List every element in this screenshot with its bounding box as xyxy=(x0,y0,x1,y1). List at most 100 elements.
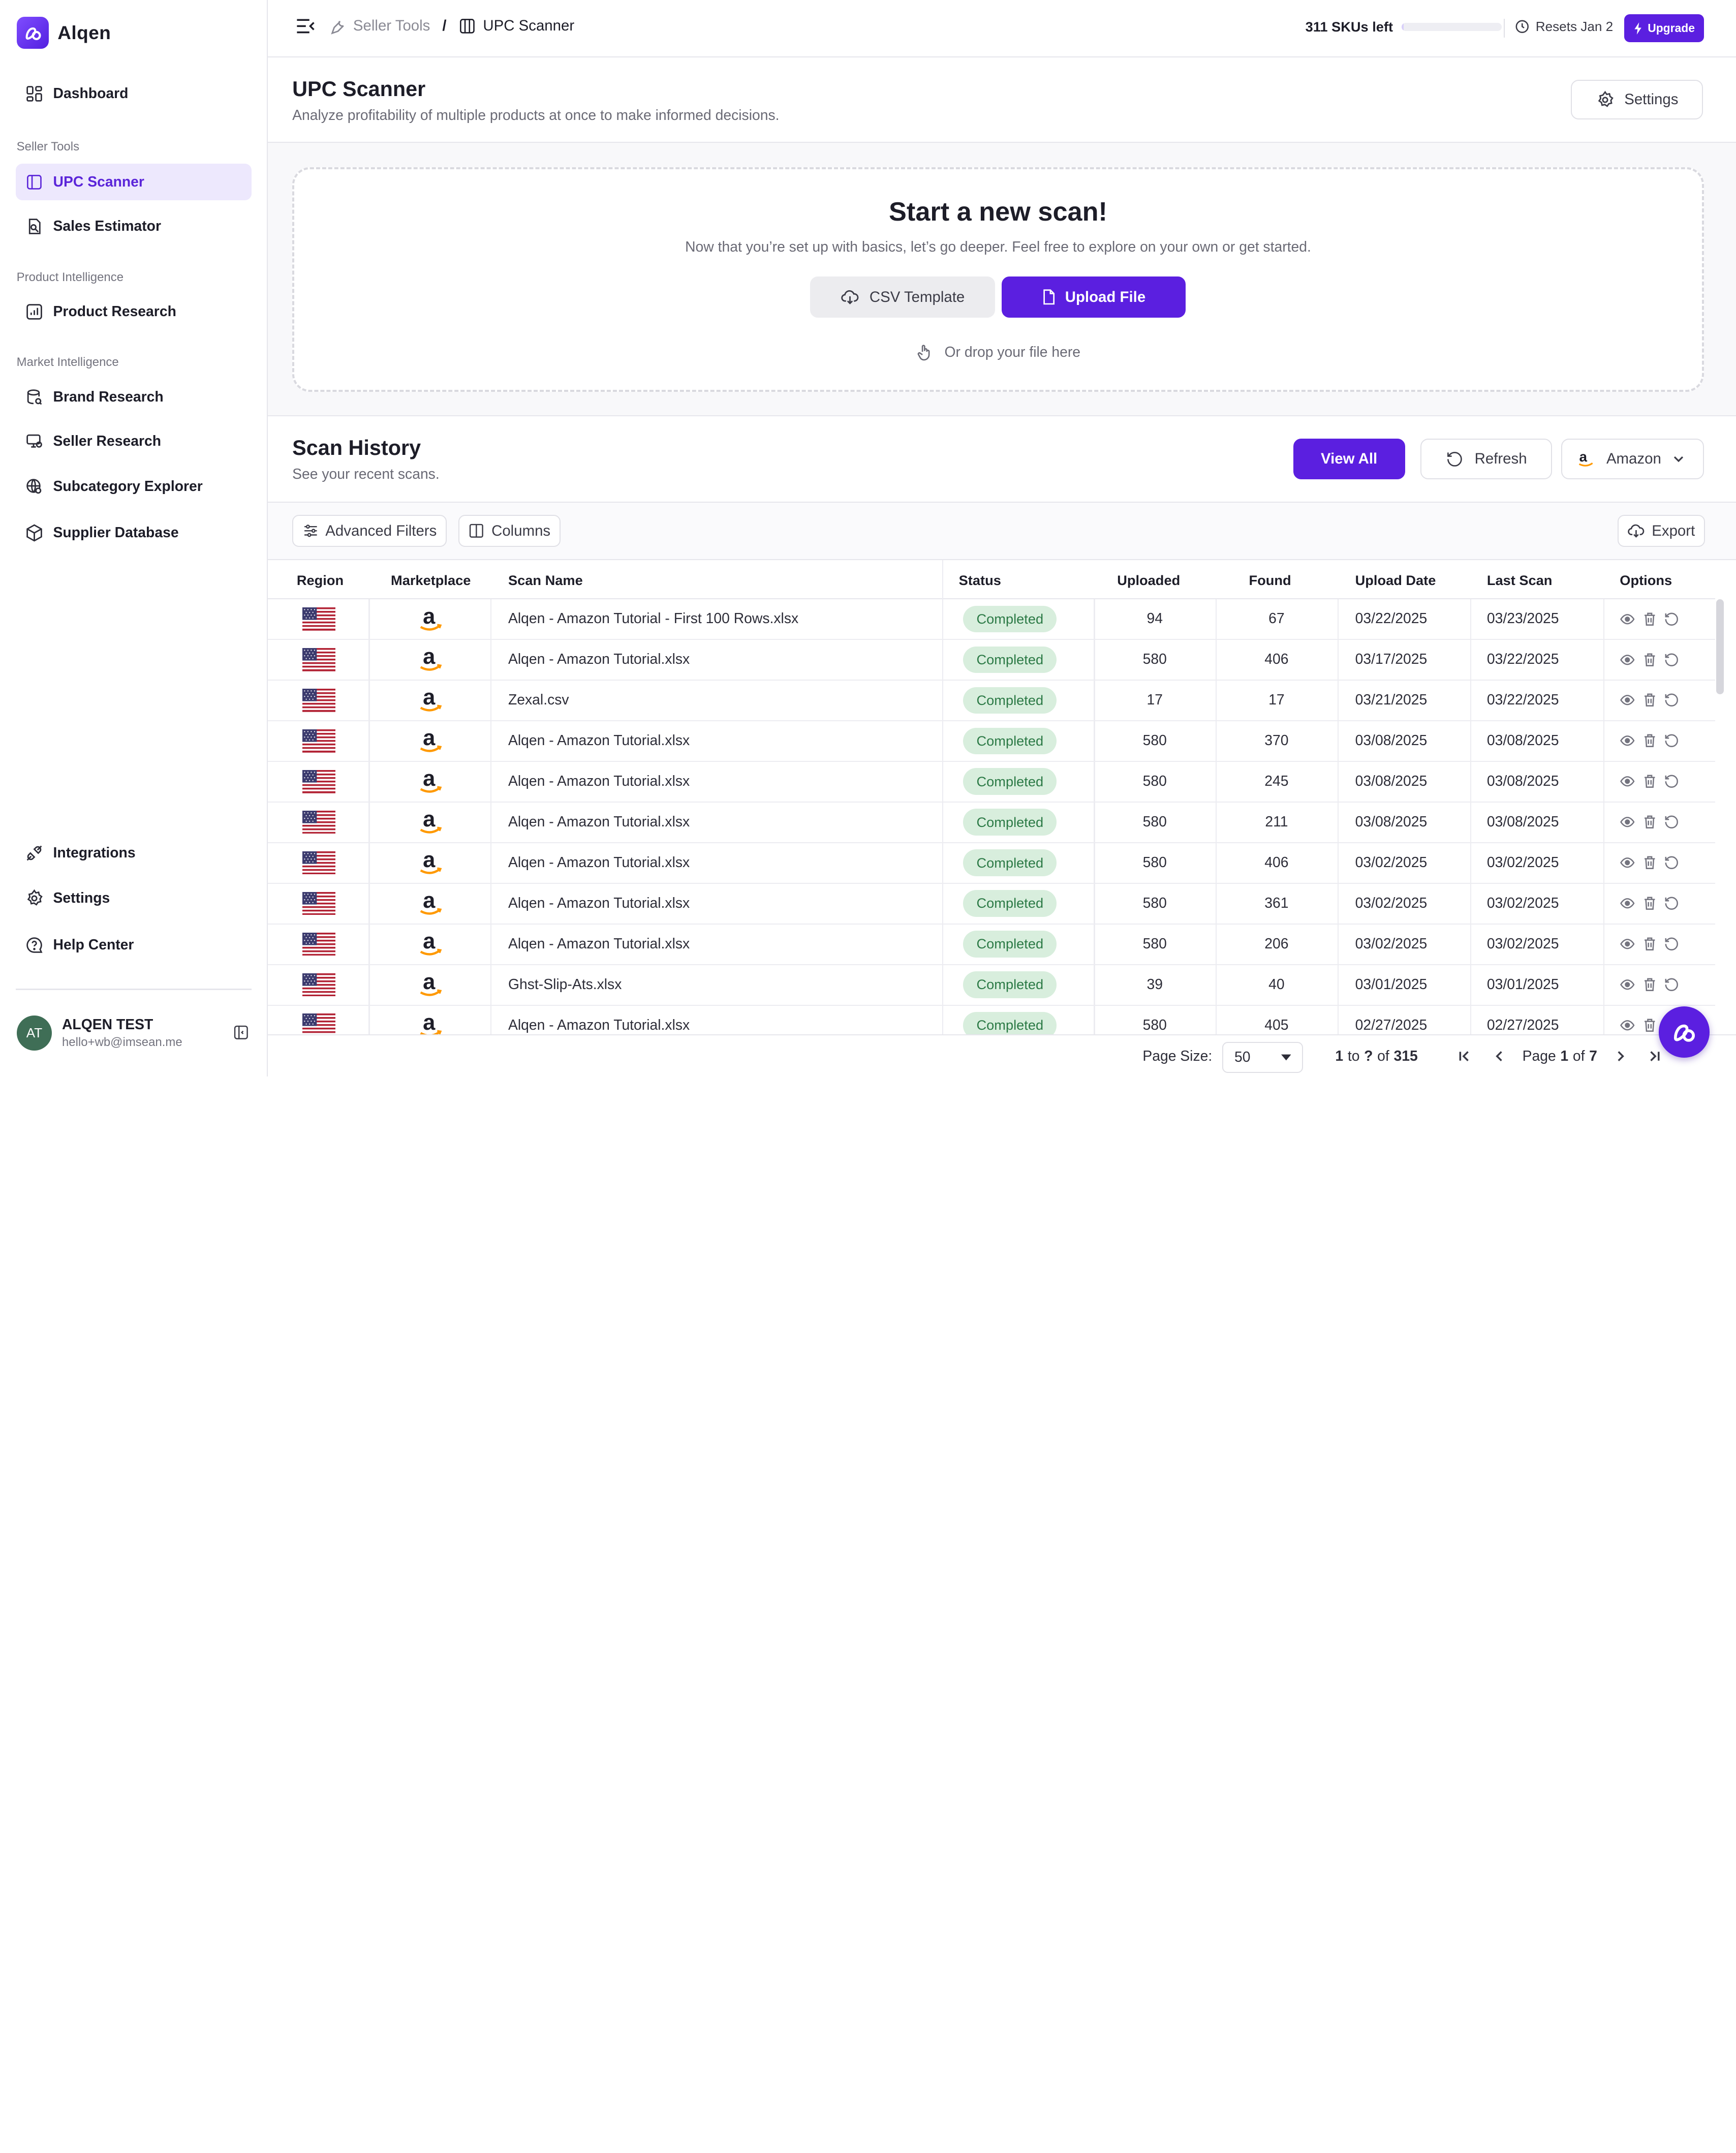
user-profile[interactable]: AT ALQEN TEST hello+wb@imsean.me xyxy=(16,1015,182,1051)
scan-name-cell[interactable]: Alqen - Amazon Tutorial.xlsx xyxy=(508,883,690,923)
sidebar-item-brand-research[interactable]: Brand Research xyxy=(16,379,252,415)
view-icon[interactable] xyxy=(1620,814,1635,830)
table-scrollbar[interactable] xyxy=(1716,599,1724,694)
trash-icon[interactable] xyxy=(1642,774,1658,789)
scan-name-cell[interactable]: Alqen - Amazon Tutorial.xlsx xyxy=(508,843,690,882)
view-icon[interactable] xyxy=(1620,977,1635,993)
marketplace-select[interactable]: a Amazon xyxy=(1561,438,1704,480)
rescan-icon[interactable] xyxy=(1664,855,1680,871)
view-icon[interactable] xyxy=(1620,733,1635,749)
table-row[interactable]: a Alqen - Amazon Tutorial.xlsx Completed… xyxy=(268,843,1715,884)
table-row[interactable]: a Zexal.csv Completed 17 17 03/21/2025 0… xyxy=(268,680,1715,722)
trash-icon[interactable] xyxy=(1642,896,1658,911)
trash-icon[interactable] xyxy=(1642,692,1658,708)
trash-icon[interactable] xyxy=(1642,611,1658,627)
scan-name-cell[interactable]: Zexal.csv xyxy=(508,681,569,720)
menu-collapse-icon[interactable] xyxy=(295,17,317,35)
next-page-icon[interactable] xyxy=(1614,1035,1627,1076)
upgrade-button[interactable]: Upgrade xyxy=(1624,14,1704,42)
sidebar-item-integrations[interactable]: Integrations xyxy=(16,835,252,872)
view-icon[interactable] xyxy=(1620,896,1635,911)
view-icon[interactable] xyxy=(1620,652,1635,668)
col-found[interactable]: Found xyxy=(1249,572,1291,589)
table-row[interactable]: a Ghst-Slip-Ats.xlsx Completed 39 40 03/… xyxy=(268,965,1715,1006)
sidebar-item-upc-scanner[interactable]: UPC Scanner xyxy=(15,164,252,201)
view-icon[interactable] xyxy=(1620,611,1635,627)
trash-icon[interactable] xyxy=(1642,855,1658,871)
scan-name-cell[interactable]: Alqen - Amazon Tutorial.xlsx xyxy=(508,802,690,842)
sidebar-item-settings[interactable]: Settings xyxy=(16,880,252,917)
table-row[interactable]: a Alqen - Amazon Tutorial.xlsx Completed… xyxy=(268,1005,1715,1034)
view-icon[interactable] xyxy=(1620,692,1635,708)
refresh-button[interactable]: Refresh xyxy=(1420,438,1553,480)
rescan-icon[interactable] xyxy=(1664,774,1680,789)
table-row[interactable]: a Alqen - Amazon Tutorial.xlsx Completed… xyxy=(268,924,1715,965)
sidebar-collapse-icon[interactable] xyxy=(233,1024,250,1041)
scan-name-cell[interactable]: Alqen - Amazon Tutorial.xlsx xyxy=(508,924,690,964)
page-size-select[interactable]: 50 xyxy=(1222,1041,1304,1073)
file-dropzone[interactable]: Start a new scan! Now that you’re set up… xyxy=(292,167,1704,392)
col-last-scan[interactable]: Last Scan xyxy=(1487,572,1553,589)
view-all-button[interactable]: View All xyxy=(1293,438,1405,480)
rescan-icon[interactable] xyxy=(1664,936,1680,952)
scan-name-cell[interactable]: Alqen - Amazon Tutorial.xlsx xyxy=(508,761,690,801)
sidebar-item-subcategory-explorer[interactable]: Subcategory Explorer xyxy=(16,469,252,505)
sidebar-item-help-center[interactable]: Help Center xyxy=(16,927,252,963)
col-scan-name[interactable]: Scan Name xyxy=(508,572,583,589)
sidebar-item-seller-research[interactable]: Seller Research xyxy=(16,423,252,459)
export-button[interactable]: Export xyxy=(1617,515,1705,547)
sidebar-item-dashboard[interactable]: Dashboard xyxy=(16,75,252,112)
sidebar-item-label: Supplier Database xyxy=(53,525,179,541)
rescan-icon[interactable] xyxy=(1664,814,1680,830)
columns-button[interactable]: Columns xyxy=(458,515,561,547)
rescan-icon[interactable] xyxy=(1664,896,1680,911)
table-row[interactable]: a Alqen - Amazon Tutorial.xlsx Completed… xyxy=(268,802,1715,843)
view-icon[interactable] xyxy=(1620,774,1635,789)
trash-icon[interactable] xyxy=(1642,733,1658,749)
table-row[interactable]: a Alqen - Amazon Tutorial - First 100 Ro… xyxy=(268,599,1715,640)
table-row[interactable]: a Alqen - Amazon Tutorial.xlsx Completed… xyxy=(268,639,1715,681)
rescan-icon[interactable] xyxy=(1664,652,1680,668)
table-row[interactable]: a Alqen - Amazon Tutorial.xlsx Completed… xyxy=(268,883,1715,925)
view-icon[interactable] xyxy=(1620,1018,1635,1033)
cloud-download-icon xyxy=(841,288,859,306)
chat-fab-button[interactable] xyxy=(1658,1006,1710,1058)
view-icon[interactable] xyxy=(1620,936,1635,952)
rescan-icon[interactable] xyxy=(1664,733,1680,749)
column-divider xyxy=(1603,802,1604,842)
col-status[interactable]: Status xyxy=(959,572,1001,589)
prev-page-icon[interactable] xyxy=(1493,1035,1506,1076)
trash-icon[interactable] xyxy=(1642,814,1658,830)
sidebar-item-product-research[interactable]: Product Research xyxy=(16,293,252,330)
sidebar-item-supplier-database[interactable]: Supplier Database xyxy=(16,515,252,551)
app-logo[interactable]: Alqen xyxy=(16,16,111,49)
breadcrumb-seller-tools[interactable]: Seller Tools xyxy=(353,17,430,35)
rescan-icon[interactable] xyxy=(1664,977,1680,993)
col-marketplace[interactable]: Marketplace xyxy=(391,572,471,589)
column-divider xyxy=(490,721,492,761)
table-row[interactable]: a Alqen - Amazon Tutorial.xlsx Completed… xyxy=(268,761,1715,803)
view-icon[interactable] xyxy=(1620,855,1635,871)
scan-name-cell[interactable]: Alqen - Amazon Tutorial - First 100 Rows… xyxy=(508,599,798,639)
csv-template-button[interactable]: CSV Template xyxy=(810,276,996,318)
scan-name-cell[interactable]: Ghst-Slip-Ats.xlsx xyxy=(508,965,622,1004)
col-uploaded[interactable]: Uploaded xyxy=(1117,572,1180,589)
trash-icon[interactable] xyxy=(1642,936,1658,952)
trash-icon[interactable] xyxy=(1642,977,1658,993)
first-page-icon[interactable] xyxy=(1458,1035,1471,1076)
settings-button[interactable]: Settings xyxy=(1571,79,1703,120)
scan-name-cell[interactable]: Alqen - Amazon Tutorial.xlsx xyxy=(508,1005,690,1034)
rescan-icon[interactable] xyxy=(1664,611,1680,627)
sidebar-item-sales-estimator[interactable]: Sales Estimator xyxy=(16,208,252,245)
scan-name-cell[interactable]: Alqen - Amazon Tutorial.xlsx xyxy=(508,721,690,760)
trash-icon[interactable] xyxy=(1642,652,1658,668)
trash-icon[interactable] xyxy=(1642,1018,1658,1033)
scan-name-cell[interactable]: Alqen - Amazon Tutorial.xlsx xyxy=(508,640,690,680)
advanced-filters-button[interactable]: Advanced Filters xyxy=(292,515,447,547)
col-upload-date[interactable]: Upload Date xyxy=(1355,572,1436,589)
table-row[interactable]: a Alqen - Amazon Tutorial.xlsx Completed… xyxy=(268,721,1715,762)
rescan-icon[interactable] xyxy=(1664,692,1680,708)
last-page-icon[interactable] xyxy=(1648,1035,1661,1076)
col-region[interactable]: Region xyxy=(297,572,344,589)
upload-file-button[interactable]: Upload File xyxy=(1002,276,1186,318)
